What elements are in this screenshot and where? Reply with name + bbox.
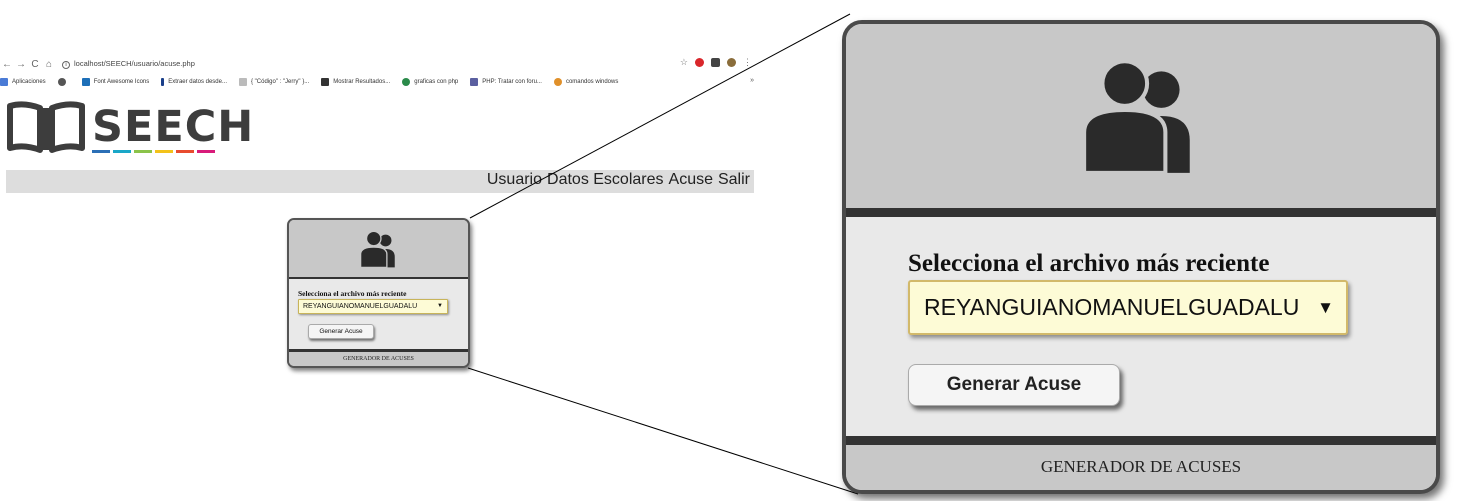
dropdown-arrow-icon: ▼ (1317, 298, 1334, 317)
screenshot-root: ← → C ⌂ i localhost/SEECH/usuario/acuse.p… (0, 0, 1459, 501)
file-select-label: Selecciona el archivo más reciente (908, 250, 1270, 277)
generar-acuse-button[interactable]: Generar Acuse (908, 364, 1120, 406)
callout-line-top (469, 13, 851, 219)
callout-line-bottom (467, 367, 859, 495)
card-header (846, 24, 1436, 217)
file-select-value: REYANGUIANOMANUELGUADALU (924, 294, 1300, 320)
file-select[interactable]: REYANGUIANOMANUELGUADALU ▼ (908, 280, 1348, 335)
acuse-card-zoomed: Selecciona el archivo más reciente REYAN… (842, 20, 1440, 494)
card-footer: GENERADOR DE ACUSES (846, 436, 1436, 490)
users-icon (1082, 59, 1190, 175)
